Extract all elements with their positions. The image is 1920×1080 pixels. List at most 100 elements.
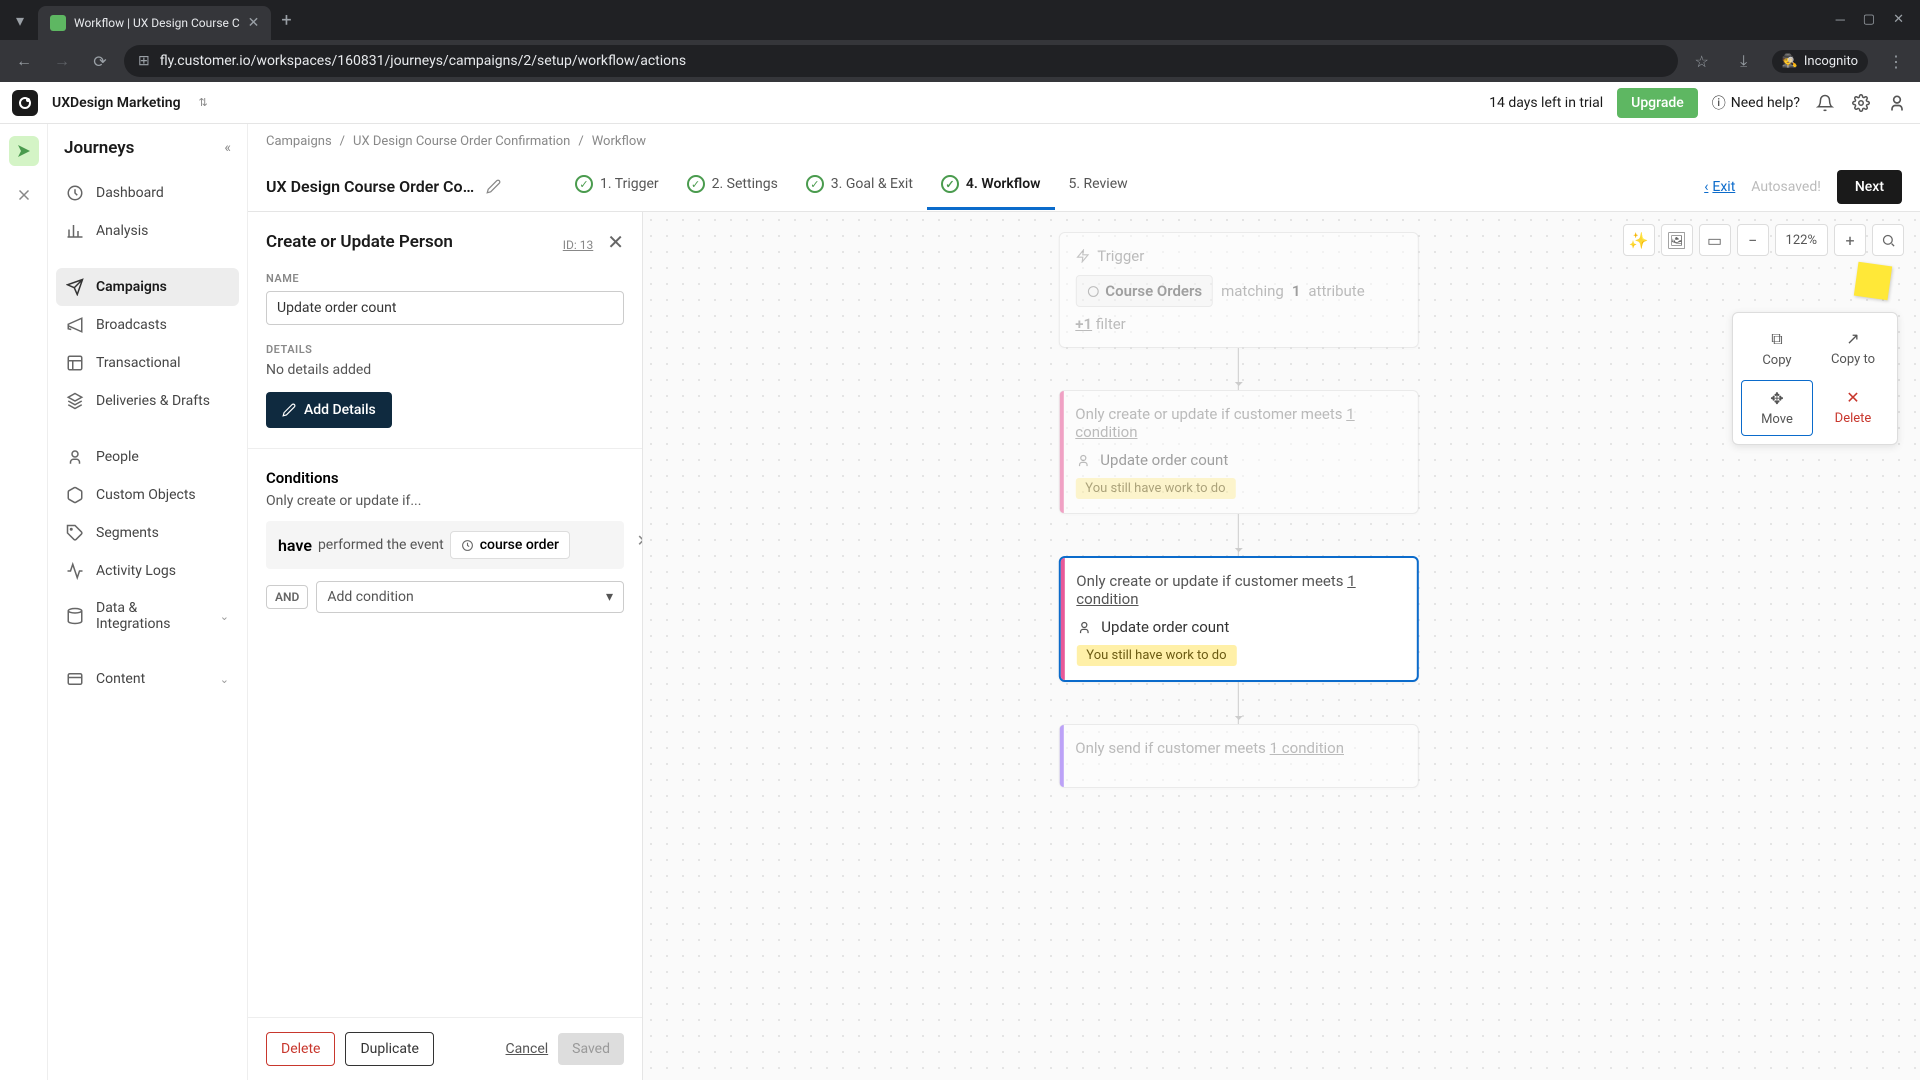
sidebar-item-label: Dashboard [96, 185, 164, 201]
step-goal-exit[interactable]: ✓3. Goal & Exit [792, 163, 927, 210]
node-action: Update order count [1076, 618, 1400, 636]
sidebar-item-deliveries[interactable]: Deliveries & Drafts [56, 382, 239, 420]
action-node-3[interactable]: Only send if customer meets 1 condition [1058, 724, 1418, 788]
sidebar-item-segments[interactable]: Segments [56, 514, 239, 552]
back-button[interactable]: ← [10, 47, 38, 75]
filter-link[interactable]: +1 filter [1075, 315, 1401, 333]
collapse-sidebar-icon[interactable]: « [224, 140, 231, 156]
edit-title-icon[interactable] [486, 179, 501, 194]
ctx-delete[interactable]: ✕ Delete [1817, 380, 1889, 436]
action-node-2-selected[interactable]: Only create or update if customer meets … [1058, 556, 1418, 682]
name-label: NAME [266, 272, 624, 285]
search-icon[interactable] [1872, 224, 1904, 256]
duplicate-button[interactable]: Duplicate [345, 1032, 434, 1066]
bookmark-icon[interactable]: ☆ [1688, 47, 1716, 75]
add-details-button[interactable]: Add Details [266, 392, 392, 428]
account-icon[interactable] [1886, 92, 1908, 114]
trial-text: 14 days left in trial [1489, 95, 1603, 111]
browser-menu-icon[interactable]: ⋮ [1882, 47, 1910, 75]
cond-have: have [278, 536, 312, 555]
sidebar-item-label: Segments [96, 525, 159, 541]
tab-close-icon[interactable]: ✕ [248, 15, 260, 31]
cancel-link[interactable]: Cancel [506, 1041, 549, 1057]
step-workflow[interactable]: ✓4. Workflow [927, 163, 1055, 210]
breadcrumb-item[interactable]: Campaigns [266, 134, 332, 149]
breadcrumb-item[interactable]: Workflow [592, 134, 646, 149]
sidebar-item-analysis[interactable]: Analysis [56, 212, 239, 250]
chevron-down-icon: ⌄ [220, 610, 229, 623]
sidebar-item-broadcasts[interactable]: Broadcasts [56, 306, 239, 344]
name-input[interactable] [266, 291, 624, 325]
and-badge: AND [266, 585, 308, 609]
sticky-note[interactable] [1854, 262, 1892, 300]
sidebar-item-campaigns[interactable]: Campaigns [56, 268, 239, 306]
close-window-button[interactable]: ✕ [1893, 12, 1904, 28]
new-tab-button[interactable]: + [281, 10, 291, 31]
add-condition-select[interactable]: Add condition ▾ [316, 581, 624, 613]
help-link[interactable]: ⓘ Need help? [1712, 93, 1800, 113]
sidebar-item-people[interactable]: People [56, 438, 239, 476]
zoom-in-icon[interactable]: + [1834, 224, 1866, 256]
panel-id[interactable]: ID: 13 [563, 238, 594, 252]
maximize-button[interactable]: ▢ [1863, 12, 1875, 28]
event-chip[interactable]: course order [450, 531, 570, 559]
app-logo[interactable] [12, 90, 38, 116]
zoom-out-icon[interactable]: − [1737, 224, 1769, 256]
exit-link[interactable]: ‹Exit [1704, 179, 1735, 195]
note-icon[interactable]: ▭ [1699, 224, 1731, 256]
step-review[interactable]: 5. Review [1055, 163, 1142, 210]
tab-list-dropdown[interactable]: ▾ [8, 8, 32, 32]
settings-icon[interactable] [1850, 92, 1872, 114]
ctx-move[interactable]: ✥ Move [1741, 380, 1813, 436]
ctx-copy-to[interactable]: ↗ Copy to [1817, 321, 1889, 376]
breadcrumb-item[interactable]: UX Design Course Order Confirmation [353, 134, 570, 149]
canvas-toolbar: ✨ 🖼 ▭ − 122% + [1623, 224, 1904, 256]
step-trigger[interactable]: ✓1. Trigger [561, 163, 673, 210]
sidebar-item-label: Broadcasts [96, 317, 167, 333]
downloads-icon[interactable]: ⤓ [1730, 47, 1758, 75]
minimize-button[interactable]: ─ [1836, 12, 1845, 28]
step-label: 5. Review [1069, 176, 1128, 192]
chart-icon [66, 222, 84, 240]
ctx-copy[interactable]: ⧉ Copy [1741, 321, 1813, 376]
rail-journeys-icon[interactable] [9, 136, 39, 166]
sidebar-item-custom-objects[interactable]: Custom Objects [56, 476, 239, 514]
close-panel-icon[interactable]: ✕ [607, 230, 624, 254]
sidebar-item-transactional[interactable]: Transactional [56, 344, 239, 382]
sidebar-item-label: Campaigns [96, 279, 167, 295]
segment-pill[interactable]: Course Orders [1075, 275, 1213, 307]
action-node-1[interactable]: Only create or update if customer meets … [1058, 390, 1418, 514]
next-button[interactable]: Next [1837, 170, 1902, 204]
highlight-icon[interactable]: ✨ [1623, 224, 1655, 256]
trigger-node[interactable]: Trigger Course Orders matching 1 attribu… [1058, 232, 1418, 348]
delete-button[interactable]: Delete [266, 1032, 335, 1066]
sidebar-item-data-integrations[interactable]: Data & Integrations ⌄ [56, 590, 239, 642]
notifications-icon[interactable] [1814, 92, 1836, 114]
address-bar[interactable]: ⊞ fly.customer.io/workspaces/160831/jour… [124, 45, 1678, 77]
sidebar-item-content[interactable]: Content ⌄ [56, 660, 239, 698]
zoom-level[interactable]: 122% [1775, 224, 1828, 256]
connector [1238, 514, 1239, 556]
image-icon[interactable]: 🖼 [1661, 224, 1693, 256]
workspace-name[interactable]: UXDesign Marketing [52, 95, 181, 111]
condition-link[interactable]: 1 condition [1270, 739, 1344, 757]
condition-row[interactable]: have performed the event course order [266, 521, 624, 569]
forward-button[interactable]: → [48, 47, 76, 75]
sidebar-item-dashboard[interactable]: Dashboard [56, 174, 239, 212]
browser-tab[interactable]: Workflow | UX Design Course C ✕ [38, 6, 271, 40]
site-info-icon[interactable]: ⊞ [138, 53, 150, 69]
step-label: 4. Workflow [966, 176, 1041, 192]
upgrade-button[interactable]: Upgrade [1617, 88, 1698, 118]
rail-other-icon[interactable] [9, 180, 39, 210]
step-label: 2. Settings [712, 176, 778, 192]
sidebar-item-label: Data & Integrations [96, 600, 208, 632]
workspace-chevron-icon[interactable]: ⇅ [199, 96, 208, 109]
sidebar-item-activity-logs[interactable]: Activity Logs [56, 552, 239, 590]
workflow-canvas[interactable]: ✨ 🖼 ▭ − 122% + ⧉ Copy [643, 212, 1920, 1080]
action-name: Update order count [1100, 451, 1228, 469]
step-settings[interactable]: ✓2. Settings [673, 163, 792, 210]
reload-button[interactable]: ⟳ [86, 47, 114, 75]
remove-condition-icon[interactable]: ✕ [637, 531, 642, 550]
ctx-label: Copy to [1831, 352, 1875, 367]
incognito-badge[interactable]: 🕵 Incognito [1772, 50, 1868, 73]
